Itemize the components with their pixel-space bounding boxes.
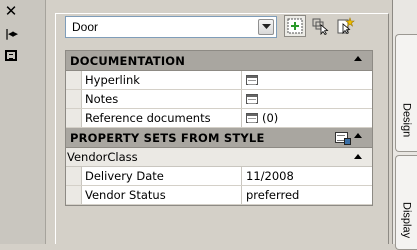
property-grid: DOCUMENTATION Hyperlink Notes Reference … — [65, 50, 373, 206]
property-row-hyperlink[interactable]: Hyperlink — [66, 71, 372, 90]
collapse-arrow-icon[interactable] — [354, 56, 362, 61]
properties-palette: Door DOCUMENTATION Hyperlink Notes Refer… — [53, 0, 389, 244]
collapse-arrow-icon[interactable] — [354, 133, 362, 138]
collapse-arrow-icon[interactable] — [354, 154, 362, 159]
worksheet-icon[interactable] — [246, 113, 258, 123]
property-set-group-header[interactable]: VendorClass — [66, 148, 372, 167]
object-type-select[interactable]: Door — [65, 16, 277, 38]
property-label: Reference documents — [82, 109, 242, 127]
add-property-button[interactable] — [284, 15, 306, 37]
tab-design[interactable]: Design — [395, 34, 417, 152]
property-value[interactable] — [242, 71, 372, 89]
property-sets-section-header[interactable]: PROPERTY SETS FROM STYLE — [66, 128, 372, 148]
add-property-icon — [287, 18, 303, 34]
documentation-section-header[interactable]: DOCUMENTATION — [66, 51, 372, 71]
properties-icon[interactable] — [4, 48, 18, 62]
select-objects-icon — [312, 18, 329, 35]
property-sets-icon[interactable] — [335, 132, 351, 145]
property-row-vendor-status[interactable]: Vendor Status preferred — [66, 186, 372, 205]
palette-titlebar: ✕ |◂▸ — [0, 0, 46, 244]
select-objects-button[interactable] — [310, 15, 332, 37]
property-label: Delivery Date — [82, 167, 242, 185]
worksheet-icon[interactable] — [246, 94, 258, 104]
tab-design-label: Design — [400, 103, 413, 138]
auto-hide-icon[interactable]: |◂▸ — [4, 26, 18, 40]
property-label: Notes — [82, 90, 242, 108]
property-row-delivery-date[interactable]: Delivery Date 11/2008 — [66, 167, 372, 186]
quick-select-button[interactable] — [335, 15, 357, 37]
palette-tab-strip: Design Display — [392, 0, 417, 250]
chevron-down-icon[interactable] — [258, 19, 274, 35]
property-row-reference-documents[interactable]: Reference documents (0) — [66, 109, 372, 128]
property-value[interactable]: 11/2008 — [242, 167, 372, 185]
property-value[interactable]: (0) — [242, 109, 372, 127]
property-label: Hyperlink — [82, 71, 242, 89]
property-set-group-name: VendorClass — [67, 150, 138, 164]
tab-display[interactable]: Display — [395, 155, 417, 250]
close-icon[interactable]: ✕ — [4, 2, 18, 20]
property-sets-section-title: PROPERTY SETS FROM STYLE — [70, 130, 265, 145]
quick-select-icon — [337, 17, 355, 35]
property-label: Vendor Status — [82, 186, 242, 204]
property-value[interactable]: preferred — [242, 186, 372, 204]
property-value[interactable] — [242, 90, 372, 108]
property-row-notes[interactable]: Notes — [66, 90, 372, 109]
tab-display-label: Display — [400, 202, 413, 239]
worksheet-icon[interactable] — [246, 75, 258, 85]
reference-documents-count: (0) — [262, 111, 279, 125]
documentation-section-title: DOCUMENTATION — [70, 53, 186, 68]
object-type-value: Door — [72, 20, 99, 34]
